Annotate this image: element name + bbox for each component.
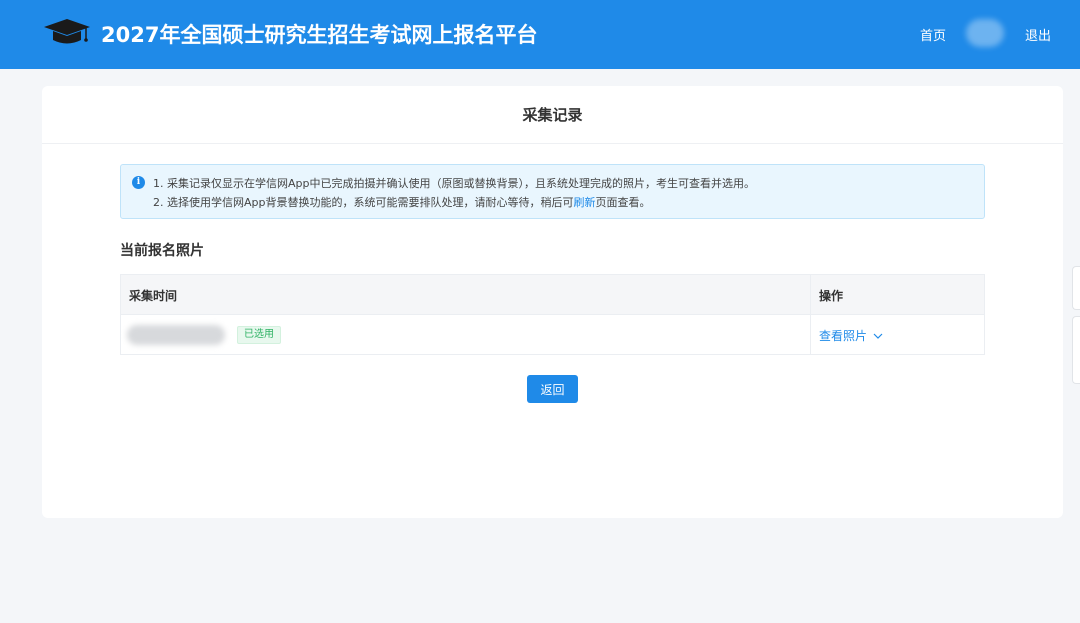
user-avatar[interactable] [966, 19, 1004, 47]
section-title: 当前报名照片 [120, 243, 204, 259]
site-title: 2027年全国硕士研究生招生考试网上报名平台 [101, 23, 538, 47]
notice-box: i 1. 采集记录仅显示在学信网App中已完成拍摄并确认使用（原图或替换背景），… [120, 164, 985, 219]
refresh-link[interactable]: 刷新 [573, 196, 595, 209]
view-photo-label: 查看照片 [819, 329, 868, 343]
capture-time-redacted [127, 325, 225, 345]
top-header: 2027年全国硕士研究生招生考试网上报名平台 首页 退出 [0, 0, 1080, 69]
notice-line-2-text: 2. 选择使用学信网App背景替换功能的，系统可能需要排队处理，请耐心等待，稍后… [153, 196, 574, 209]
main-card: 采集记录 i 1. 采集记录仅显示在学信网App中已完成拍摄并确认使用（原图或替… [42, 86, 1063, 518]
notice-line-2: 2. 选择使用学信网App背景替换功能的，系统可能需要排队处理，请耐心等待，稍后… [153, 194, 650, 210]
notice-line-2-tail: 页面查看。 [595, 196, 651, 209]
logout-link[interactable]: 退出 [1025, 25, 1051, 44]
view-photo-dropdown[interactable]: 查看照片 [819, 327, 883, 344]
column-header-time: 采集时间 [129, 289, 178, 303]
graduation-cap-icon [44, 19, 90, 44]
chevron-down-icon [873, 333, 883, 339]
column-header-action: 操作 [819, 289, 844, 303]
nav-home-link[interactable]: 首页 [920, 25, 946, 44]
side-float-tab-1[interactable] [1072, 266, 1080, 310]
side-float-tab-2[interactable] [1072, 316, 1080, 384]
page-title: 采集记录 [42, 86, 1063, 144]
table-row: 已选用 查看照片 [121, 315, 984, 355]
notice-line-1: 1. 采集记录仅显示在学信网App中已完成拍摄并确认使用（原图或替换背景），且系… [153, 177, 755, 190]
photo-table: 采集时间 操作 已选用 查看照片 [120, 274, 985, 355]
table-header: 采集时间 操作 [121, 275, 984, 315]
info-icon: i [132, 176, 145, 189]
status-badge: 已选用 [237, 326, 281, 344]
back-button[interactable]: 返回 [527, 375, 578, 403]
